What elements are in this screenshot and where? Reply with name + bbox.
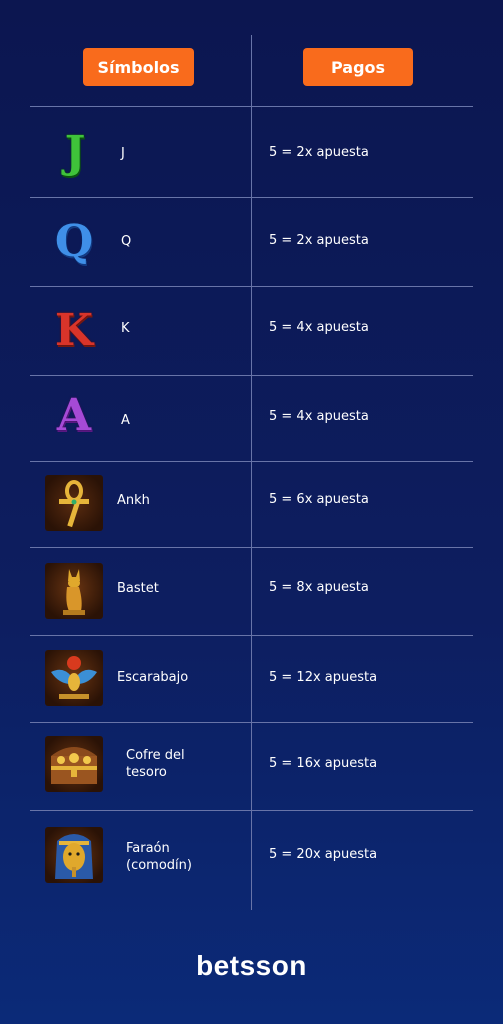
payout-value: 5 = 16x apuesta [269,756,378,771]
table-row: J J 5 = 2x apuesta [0,107,503,197]
pharaoh-mask-icon [45,827,103,883]
symbol-name: A [121,413,130,428]
letter-k-icon: K [54,305,94,356]
symbol-name: Faraón (comodín) [126,840,192,874]
table-row: Cofre del tesoro 5 = 16x apuesta [0,723,503,810]
table-row: Bastet 5 = 8x apuesta [0,548,503,635]
symbols-header-button: Símbolos [83,48,194,86]
letter-j-icon: J [64,127,86,178]
payout-value: 5 = 2x apuesta [269,145,369,160]
bastet-cat-icon [45,563,103,619]
payouts-header-button: Pagos [303,48,413,86]
symbol-name-line: Cofre del [126,748,185,763]
symbol-name-line: Faraón [126,841,170,856]
payout-value: 5 = 4x apuesta [269,320,369,335]
betsson-logo: betsson [196,950,307,981]
table-row: Ankh 5 = 6x apuesta [0,462,503,547]
symbol-name: K [121,321,130,336]
symbol-name: Bastet [117,581,159,596]
payout-value: 5 = 8x apuesta [269,580,369,595]
scarab-icon [45,650,103,706]
symbol-name-line: (comodín) [126,858,192,873]
symbol-name: Escarabajo [117,670,189,685]
symbol-name: J [121,146,125,161]
payout-value: 5 = 6x apuesta [269,492,369,507]
table-row: Q Q 5 = 2x apuesta [0,198,503,286]
symbol-name: Q [121,234,132,249]
payout-value: 5 = 2x apuesta [269,233,369,248]
treasure-chest-icon [45,736,103,792]
table-row: Faraón (comodín) 5 = 20x apuesta [0,811,503,910]
symbol-name: Ankh [117,493,150,508]
symbol-name: Cofre del tesoro [126,747,185,781]
table-row: Escarabajo 5 = 12x apuesta [0,636,503,722]
letter-q-icon: Q [54,216,94,267]
letter-a-icon: A [56,390,92,441]
paytable-page: Símbolos Pagos J J 5 = 2x apuesta Q Q 5 … [0,0,503,1024]
payout-value: 5 = 4x apuesta [269,409,369,424]
table-row: K K 5 = 4x apuesta [0,287,503,375]
table-row: A A 5 = 4x apuesta [0,376,503,461]
payout-value: 5 = 12x apuesta [269,670,378,685]
payout-value: 5 = 20x apuesta [269,847,378,862]
ankh-icon [45,475,103,531]
symbol-name-line: tesoro [126,765,167,780]
